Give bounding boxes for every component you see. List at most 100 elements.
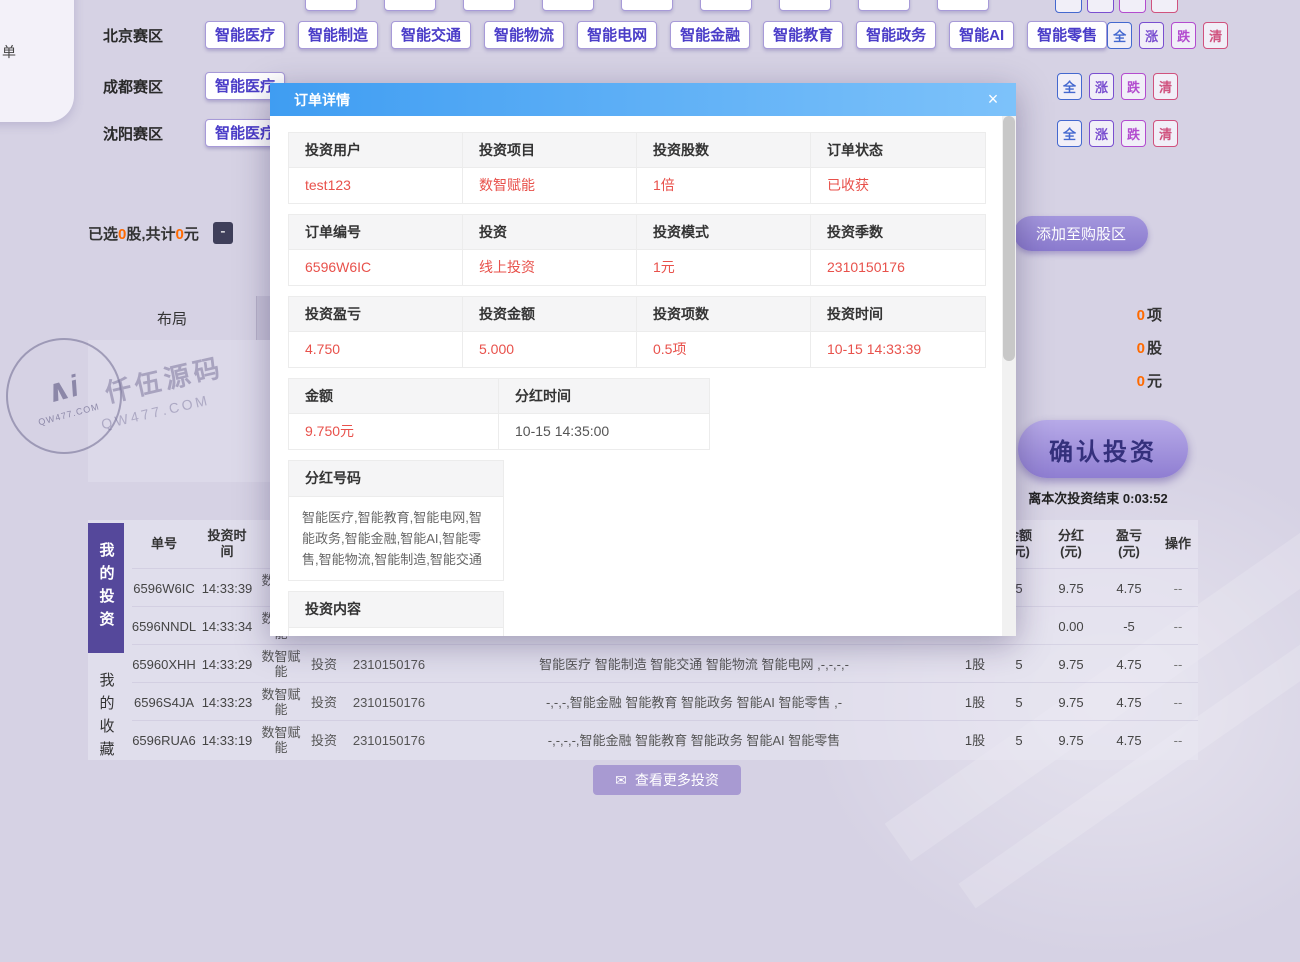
partial-button[interactable] (858, 0, 910, 11)
detail-value-cell: 1倍 (637, 168, 811, 203)
orders-cell: 14:33:29 (196, 645, 258, 683)
filter-button[interactable]: 清 (1203, 22, 1228, 49)
sector-button[interactable]: 智能教育 (763, 21, 843, 49)
orders-cell: 6596NNDL (132, 607, 196, 645)
filter-button[interactable]: 涨 (1089, 73, 1114, 100)
partial-filter-button[interactable] (1055, 0, 1082, 13)
filter-button[interactable]: 跌 (1171, 22, 1196, 49)
sector-button[interactable]: 智能AI (949, 21, 1014, 49)
modal-header: 订单详情 (270, 83, 1016, 116)
partial-button[interactable] (700, 0, 752, 11)
corner-panel: 单 (0, 0, 74, 122)
tab-my-favorites[interactable]: 我的收藏 (88, 658, 124, 778)
section-title: 分红号码 (289, 461, 503, 497)
detail-header-cell: 投资金额 (463, 297, 637, 332)
sector-button[interactable]: 智能金融 (670, 21, 750, 49)
detail-value-cell: 线上投资 (463, 250, 637, 285)
confirm-invest-button[interactable]: 确认投资 (1018, 420, 1188, 478)
partial-filter-button[interactable] (1087, 0, 1114, 13)
detail-value-cell: 6596W6IC (289, 250, 463, 285)
zone-buttons: 智能医疗智能制造智能交通智能物流智能电网智能金融智能教育智能政务智能AI 智能零售 (205, 21, 1107, 49)
detail-value-cell: 2310150176 (811, 250, 985, 285)
sector-button[interactable]: 智能电网 (577, 21, 657, 49)
orders-cell: -,-,-,-,智能金融 智能教育 智能政务 智能AI 智能零售 (434, 721, 954, 759)
sector-button[interactable]: 智能政务 (856, 21, 936, 49)
orders-cell: 投资 (304, 683, 344, 721)
detail-value-cell: 0.5项 (637, 332, 811, 367)
orders-cell: 14:33:19 (196, 721, 258, 759)
orders-cell: 智能医疗 智能制造 智能交通 智能物流 智能电网 ,-,-,-,- (434, 645, 954, 683)
filter-button[interactable]: 清 (1153, 120, 1178, 147)
section-content: 智能医疗,智能教育,智能电网,智能政务,智能金融,智能AI,智能零售,智能物流,… (289, 497, 503, 580)
filter-button[interactable]: 清 (1153, 73, 1178, 100)
orders-column-header: 单号 (132, 520, 196, 568)
filter-button[interactable]: 涨 (1089, 120, 1114, 147)
tab-my-investments[interactable]: 我的投资 (88, 523, 124, 653)
orders-cell: 14:33:34 (196, 607, 258, 645)
detail-header-cell: 投资项目 (463, 133, 637, 168)
filter-button[interactable]: 跌 (1121, 120, 1146, 147)
filter-button[interactable]: 涨 (1139, 22, 1164, 49)
detail-header-cell: 投资项数 (637, 297, 811, 332)
detail-header-cell: 投资 (463, 215, 637, 250)
orders-cell: 6596S4JA (132, 683, 196, 721)
decrease-button[interactable]: - (213, 222, 233, 244)
partial-button[interactable] (305, 0, 357, 11)
order-detail-table: 投资盈亏投资金额投资项数投资时间4.7505.0000.5项10-15 14:3… (288, 296, 986, 368)
partial-button[interactable] (937, 0, 989, 11)
table-row[interactable]: 6596S4JA14:33:23数智赋能投资2310150176-,-,-,智能… (132, 682, 1198, 721)
orders-cell: -- (1158, 645, 1198, 683)
orders-cell: 4.75 (1100, 721, 1158, 759)
sector-button[interactable]: 智能交通 (391, 21, 471, 49)
table-row[interactable]: 6596RUA614:33:19数智赋能投资2310150176-,-,-,-,… (132, 720, 1198, 759)
orders-cell: 9.75 (1042, 683, 1100, 721)
partial-button[interactable] (463, 0, 515, 11)
detail-header-cell: 订单状态 (811, 133, 985, 168)
orders-cell: 0.00 (1042, 607, 1100, 645)
sector-button[interactable]: 智能医疗 (205, 21, 285, 49)
detail-header-cell: 投资模式 (637, 215, 811, 250)
modal-scrollbar[interactable] (1002, 116, 1016, 636)
orders-cell: 14:33:39 (196, 569, 258, 607)
sector-button[interactable]: 智能制造 (298, 21, 378, 49)
tab-layout[interactable]: 布局 (88, 296, 257, 340)
orders-cell: 5 (996, 721, 1042, 759)
partial-button[interactable] (621, 0, 673, 11)
detail-value-cell: 9.750元 (289, 414, 499, 449)
add-to-cart-button[interactable]: 添加至购股区 (1014, 216, 1148, 251)
partial-filter-button[interactable] (1151, 0, 1178, 13)
detail-value-cell: 1元 (637, 250, 811, 285)
order-detail-tables: 投资用户投资项目投资股数订单状态test123数智赋能1倍已收获订单编号投资投资… (288, 132, 998, 450)
detail-value-cell: 5.000 (463, 332, 637, 367)
filter-button[interactable]: 全 (1057, 73, 1082, 100)
detail-value-cell: 已收获 (811, 168, 985, 203)
orders-cell: 数智赋能 (258, 645, 304, 683)
orders-cell: 65960XHH (132, 645, 196, 683)
filter-button[interactable]: 全 (1107, 22, 1132, 49)
order-detail-table: 金额分红时间9.750元10-15 14:35:00 (288, 378, 710, 450)
orders-column-header: 盈亏 (元) (1100, 520, 1158, 568)
partial-button[interactable] (779, 0, 831, 11)
sector-button[interactable]: 智能物流 (484, 21, 564, 49)
detail-header-cell: 投资用户 (289, 133, 463, 168)
partial-filter-button[interactable] (1119, 0, 1146, 13)
detail-header-cell: 投资股数 (637, 133, 811, 168)
orders-cell: 投资 (304, 721, 344, 759)
scrollbar-thumb[interactable] (1003, 116, 1015, 361)
partial-button[interactable] (384, 0, 436, 11)
sector-button[interactable]: 智能零售 (1027, 21, 1107, 49)
partial-button[interactable] (542, 0, 594, 11)
view-more-button[interactable]: ✉ 查看更多投资 (593, 765, 741, 795)
orders-cell: 2310150176 (344, 645, 434, 683)
orders-column-header: 操作 (1158, 520, 1198, 568)
order-detail-table: 订单编号投资投资模式投资季数6596W6IC线上投资1元2310150176 (288, 214, 986, 286)
table-row[interactable]: 65960XHH14:33:29数智赋能投资2310150176智能医疗 智能制… (132, 644, 1198, 683)
selection-summary: 已选0股,共计0元 (88, 223, 199, 244)
orders-cell: -,-,-,智能金融 智能教育 智能政务 智能AI 智能零售 ,- (434, 683, 954, 721)
close-icon[interactable]: × (982, 88, 1004, 110)
detail-value-cell: 数智赋能 (463, 168, 637, 203)
filter-button[interactable]: 跌 (1121, 73, 1146, 100)
orders-column-header: 投资时 间 (196, 520, 258, 568)
orders-cell: 14:33:23 (196, 683, 258, 721)
filter-button[interactable]: 全 (1057, 120, 1082, 147)
